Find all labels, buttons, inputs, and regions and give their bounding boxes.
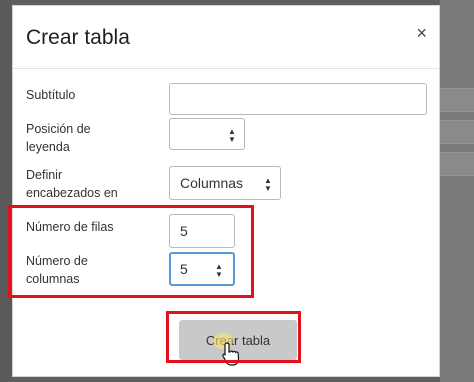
- headers-select[interactable]: Columnas ▲ ▼: [169, 166, 281, 200]
- background-editor-panel: [440, 0, 474, 382]
- background-left-edge: [0, 0, 12, 382]
- background-control: [440, 88, 474, 112]
- dialog-header: Crear tabla ×: [13, 6, 439, 69]
- headers-select-value: Columnas: [180, 175, 244, 191]
- close-icon[interactable]: ×: [416, 24, 427, 42]
- caption-position-select[interactable]: ▲ ▼: [169, 118, 245, 150]
- dialog-title: Crear tabla: [26, 26, 130, 49]
- caption-position-label-line2: leyenda: [26, 140, 70, 155]
- caption-position-label: Posición de leyenda: [26, 120, 91, 156]
- background-control: [440, 120, 474, 144]
- highlight-box-rows-columns: [8, 205, 254, 298]
- subtitle-label: Subtítulo: [26, 88, 76, 102]
- headers-label-line1: Definir: [26, 168, 63, 182]
- updown-arrows-icon: ▲ ▼: [264, 176, 272, 193]
- headers-label: Definir encabezados en: [26, 166, 118, 202]
- updown-arrows-icon: ▲ ▼: [228, 127, 236, 144]
- highlight-box-create-button: [166, 311, 301, 363]
- subtitle-input[interactable]: [169, 83, 427, 115]
- background-control: [440, 152, 474, 176]
- caption-position-label-line1: Posición de: [26, 122, 91, 136]
- headers-label-line2: encabezados en: [26, 186, 118, 201]
